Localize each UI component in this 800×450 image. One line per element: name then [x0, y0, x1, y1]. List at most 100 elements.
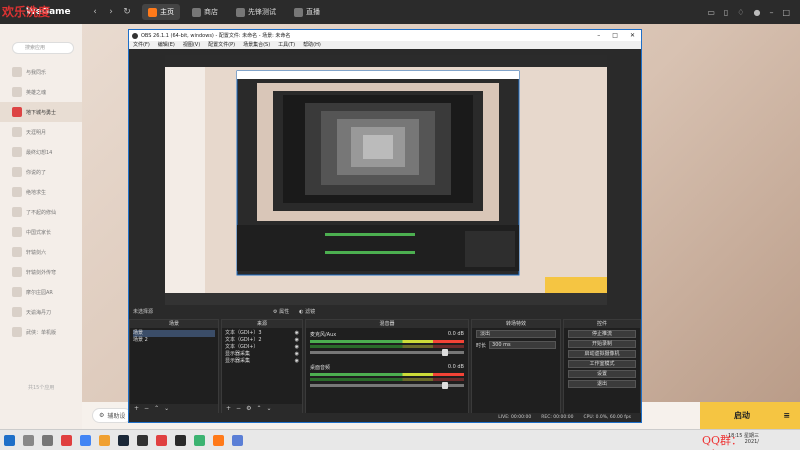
- sidebar-item-label: 英雄之魂: [26, 89, 47, 96]
- eye-icon[interactable]: ◉: [295, 358, 299, 365]
- source-item[interactable]: 显示器采集 ◉: [225, 358, 299, 365]
- assist-button[interactable]: ⚙ 辅助设: [92, 408, 133, 423]
- up-icon[interactable]: ⌃: [154, 404, 159, 413]
- volume-slider[interactable]: [310, 382, 464, 389]
- chrome-icon[interactable]: [80, 434, 91, 446]
- tab-beta[interactable]: 先锋测试: [230, 4, 282, 20]
- sidebar-item[interactable]: 与我同乐: [0, 62, 82, 82]
- source-label: 显示器采集: [225, 358, 251, 364]
- taskview-icon[interactable]: [42, 434, 53, 446]
- control-button[interactable]: 退出: [568, 380, 636, 388]
- source-item[interactable]: 文本（GDI+）3 ◉: [225, 330, 299, 337]
- control-button[interactable]: 启动虚拟摄像机: [568, 350, 636, 358]
- search-input[interactable]: 搜索应用: [12, 42, 74, 54]
- avatar[interactable]: ●: [753, 8, 760, 17]
- minimize-icon[interactable]: –: [597, 32, 600, 39]
- down-icon[interactable]: ⌄: [164, 404, 169, 413]
- add-icon[interactable]: +: [226, 404, 231, 413]
- source-item[interactable]: 文本（GDI+） ◉: [225, 344, 299, 351]
- search-icon[interactable]: [23, 434, 34, 446]
- properties-button[interactable]: ⚙ 属性: [273, 308, 289, 315]
- steam-icon[interactable]: [118, 434, 129, 446]
- remove-icon[interactable]: −: [236, 404, 241, 413]
- back-icon[interactable]: ‹: [90, 7, 100, 17]
- app-count: 共15个应用: [28, 385, 55, 391]
- app-icon[interactable]: [61, 434, 72, 446]
- gear-icon[interactable]: ⚙: [246, 404, 251, 413]
- launch-button[interactable]: 启动 ≡: [700, 402, 800, 429]
- start-icon[interactable]: [4, 434, 15, 446]
- eye-icon[interactable]: ◉: [295, 344, 299, 351]
- duration-input[interactable]: 300 ms: [489, 341, 556, 349]
- tab-live[interactable]: 直播: [288, 4, 326, 20]
- source-item[interactable]: 文本（GDI+）2 ◉: [225, 337, 299, 344]
- scene-item[interactable]: 场景 2: [133, 337, 215, 344]
- eye-icon[interactable]: ◉: [295, 351, 299, 358]
- add-icon[interactable]: +: [134, 404, 139, 413]
- maximize-icon[interactable]: □: [612, 32, 618, 39]
- wegame-icon[interactable]: [213, 434, 224, 446]
- menu-item[interactable]: 场景集合(S): [243, 41, 270, 49]
- sidebar-item[interactable]: 轩辕剑外传穹: [0, 262, 82, 282]
- sidebar-item-label: 你说的了: [26, 169, 47, 176]
- app-icon[interactable]: [194, 434, 205, 446]
- menu-item[interactable]: 编辑(E): [158, 41, 175, 49]
- minimize-icon[interactable]: –: [769, 8, 773, 17]
- obs-icon[interactable]: [175, 434, 186, 446]
- volume-slider[interactable]: [310, 349, 464, 356]
- forward-icon[interactable]: ›: [106, 7, 116, 17]
- eye-icon[interactable]: ◉: [295, 337, 299, 344]
- tab-store[interactable]: 商店: [186, 4, 224, 20]
- mixer-dock: 混音器 麦克风/Aux 0.0 dB 桌面音频 0.0 dB: [305, 319, 469, 414]
- remove-icon[interactable]: −: [144, 404, 149, 413]
- sidebar-item-label: 摩尔庄园AR: [26, 289, 53, 296]
- sidebar-item[interactable]: 了不起的修仙: [0, 202, 82, 222]
- control-button[interactable]: 停止推流: [568, 330, 636, 338]
- app-icon[interactable]: [137, 434, 148, 446]
- eye-icon[interactable]: ◉: [295, 330, 299, 337]
- source-item[interactable]: 显示器采集 ◉: [225, 351, 299, 358]
- obs-statusbar: LIVE: 00:00:00 REC: 00:00:00 CPU: 0.0%, …: [129, 413, 641, 422]
- sidebar-item[interactable]: 地下城与勇士: [0, 102, 82, 122]
- sidebar-item[interactable]: 武侠：单机版: [0, 322, 82, 342]
- menu-item[interactable]: 帮助(H): [303, 41, 321, 49]
- sidebar-item[interactable]: 天涯明月: [0, 122, 82, 142]
- folder-icon[interactable]: ▯: [724, 8, 728, 17]
- obs-preview[interactable]: [165, 55, 607, 305]
- tab-home[interactable]: 主页: [142, 4, 180, 20]
- close-icon[interactable]: ✕: [630, 32, 635, 39]
- sidebar-item[interactable]: 摩尔庄园AR: [0, 282, 82, 302]
- bell-icon[interactable]: ♢: [737, 8, 744, 17]
- sidebar-item-label: 最终幻想14: [26, 149, 53, 156]
- mixer-channel-desktop: 桌面音频 0.0 dB: [306, 361, 468, 390]
- menu-item[interactable]: 配置文件(P): [208, 41, 235, 49]
- down-icon[interactable]: ⌄: [266, 404, 271, 413]
- preview-capture: [165, 55, 607, 305]
- menu-item[interactable]: 文件(F): [133, 41, 150, 49]
- sidebar-item[interactable]: 轩辕剑六: [0, 242, 82, 262]
- app-icon[interactable]: [232, 434, 243, 446]
- menu-item[interactable]: 视图(V): [183, 41, 200, 49]
- folder-icon[interactable]: [99, 434, 110, 446]
- transition-select[interactable]: 淡出: [476, 330, 556, 338]
- sidebar-item[interactable]: 天谕海丹刀: [0, 302, 82, 322]
- refresh-icon[interactable]: ↻: [122, 7, 132, 17]
- maximize-icon[interactable]: □: [782, 8, 790, 17]
- menu-item[interactable]: 工具(T): [278, 41, 295, 49]
- app-icon[interactable]: [156, 434, 167, 446]
- sidebar-item[interactable]: 中国式家长: [0, 222, 82, 242]
- game-icon: [12, 167, 22, 177]
- sidebar-item-label: 了不起的修仙: [26, 209, 57, 216]
- sidebar-item[interactable]: 最终幻想14: [0, 142, 82, 162]
- sidebar-item[interactable]: 你说的了: [0, 162, 82, 182]
- sidebar-item[interactable]: 英雄之魂: [0, 82, 82, 102]
- control-button[interactable]: 设置: [568, 370, 636, 378]
- control-button[interactable]: 开始录制: [568, 340, 636, 348]
- up-icon[interactable]: ⌃: [256, 404, 261, 413]
- filters-button[interactable]: ◐ 滤镜: [299, 308, 315, 315]
- menu-icon[interactable]: ≡: [783, 411, 790, 420]
- control-button[interactable]: 工作室模式: [568, 360, 636, 368]
- sidebar-item[interactable]: 绝地求生: [0, 182, 82, 202]
- message-icon[interactable]: ▭: [707, 8, 715, 17]
- scene-item[interactable]: 场景: [133, 330, 215, 337]
